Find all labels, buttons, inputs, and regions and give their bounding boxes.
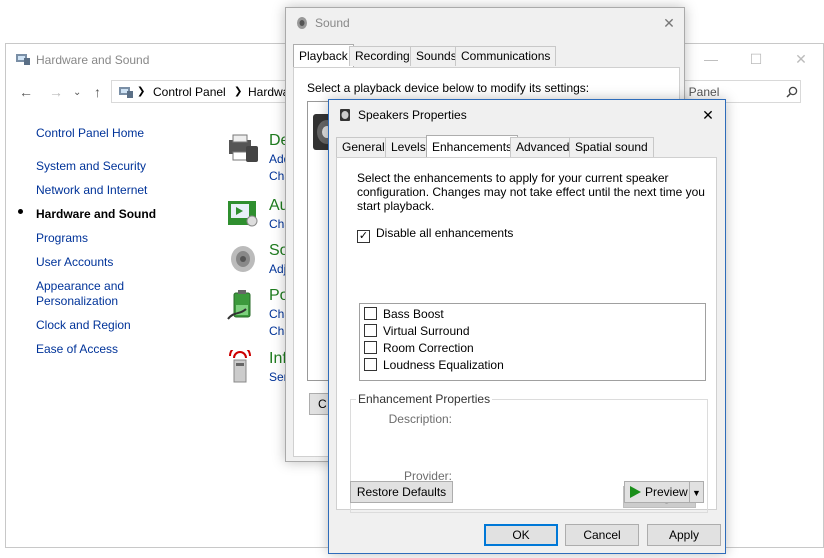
checkbox-icon bbox=[364, 324, 377, 337]
breadcrumb-separator-icon: ❯ bbox=[137, 86, 146, 97]
playback-instruction: Select a playback device below to modify… bbox=[307, 81, 590, 95]
sidebar-item-hardware-sound: Hardware and Sound bbox=[36, 207, 157, 221]
sound-dialog-icon bbox=[297, 17, 307, 29]
sidebar-item-programs[interactable]: Programs bbox=[36, 231, 196, 246]
speakers-dialog-title: Speakers Properties bbox=[358, 108, 467, 122]
sound-dialog-title: Sound bbox=[315, 16, 350, 30]
sidebar-item-system-security[interactable]: System and Security bbox=[36, 159, 196, 174]
cp-minimize-button[interactable]: — bbox=[688, 44, 734, 74]
recent-chevron-icon[interactable]: ⌄ bbox=[73, 87, 81, 98]
cp-close-button[interactable]: ✕ bbox=[778, 44, 824, 74]
checkmark-icon: ✓ bbox=[357, 230, 370, 243]
tab-playback[interactable]: Playback bbox=[293, 44, 354, 68]
disable-all-checkbox[interactable]: ✓ Disable all enhancements bbox=[357, 226, 513, 243]
breadcrumb-hardware[interactable]: Hardwa bbox=[248, 85, 289, 99]
restore-defaults-button[interactable]: Restore Defaults bbox=[350, 481, 453, 503]
address-control-panel-icon bbox=[119, 87, 133, 98]
sidebar-item-user-accounts[interactable]: User Accounts bbox=[36, 255, 196, 270]
speakers-titlebar[interactable]: Speakers Properties ✕ bbox=[329, 100, 725, 130]
forward-arrow-icon[interactable]: → bbox=[49, 84, 63, 100]
ok-button[interactable]: OK bbox=[484, 524, 558, 546]
breadcrumb-control-panel[interactable]: Control Panel bbox=[153, 85, 226, 99]
speakers-dialog-icon bbox=[340, 109, 350, 121]
devices-printers-icon bbox=[229, 134, 258, 162]
enhancement-loudness-equalization[interactable]: Loudness Equalization bbox=[364, 358, 504, 372]
sound-titlebar[interactable]: Sound ✕ bbox=[286, 8, 684, 38]
autoplay-icon bbox=[228, 201, 258, 227]
sidebar-item-clock-region[interactable]: Clock and Region bbox=[36, 318, 196, 333]
enhancement-virtual-surround[interactable]: Virtual Surround bbox=[364, 324, 470, 338]
cp-maximize-button[interactable]: ☐ bbox=[733, 44, 779, 74]
cp-sidebar: Control Panel Home System and Security N… bbox=[36, 126, 196, 366]
cancel-button[interactable]: Cancel bbox=[565, 524, 639, 546]
apply-button[interactable]: Apply bbox=[647, 524, 721, 546]
play-icon bbox=[630, 486, 641, 498]
enhancement-properties-title: Enhancement Properties bbox=[356, 392, 493, 406]
preview-label: Preview bbox=[645, 485, 688, 499]
enhancements-description: Select the enhancements to apply for you… bbox=[357, 171, 705, 213]
description-label: Description: bbox=[388, 412, 452, 426]
control-panel-icon bbox=[16, 54, 30, 65]
infrared-icon bbox=[229, 350, 251, 383]
checkbox-icon bbox=[364, 358, 377, 371]
speakers-close-button[interactable]: ✕ bbox=[685, 100, 731, 130]
tab-levels[interactable]: Levels bbox=[385, 137, 432, 157]
tab-advanced[interactable]: Advanced bbox=[510, 137, 576, 157]
search-icon[interactable] bbox=[786, 86, 798, 98]
tab-communications[interactable]: Communications bbox=[455, 46, 557, 66]
tab-general[interactable]: General bbox=[336, 137, 391, 157]
breadcrumb-separator-icon: ❯ bbox=[234, 86, 243, 97]
active-bullet bbox=[18, 209, 23, 214]
category-sound-link-1[interactable]: Adj bbox=[269, 262, 286, 276]
chevron-down-icon: ▼ bbox=[692, 488, 701, 498]
preview-dropdown-button[interactable]: ▼ bbox=[689, 481, 704, 503]
preview-button[interactable]: Preview bbox=[624, 481, 690, 503]
up-arrow-icon[interactable]: ↑ bbox=[94, 84, 101, 100]
enhancements-list: Bass Boost Virtual Surround Room Correct… bbox=[359, 303, 706, 381]
sidebar-item-appearance[interactable]: Appearance and Personalization bbox=[36, 279, 136, 309]
tab-recording[interactable]: Recording bbox=[349, 46, 416, 66]
checkbox-icon bbox=[364, 307, 377, 320]
power-options-icon bbox=[227, 290, 251, 320]
sidebar-item-network-internet[interactable]: Network and Internet bbox=[36, 183, 196, 198]
enhancement-label: Virtual Surround bbox=[383, 324, 470, 338]
back-arrow-icon[interactable]: ← bbox=[19, 84, 33, 100]
enhancement-bass-boost[interactable]: Bass Boost bbox=[364, 307, 444, 321]
enhancement-label: Bass Boost bbox=[383, 307, 444, 321]
cp-window-title: Hardware and Sound bbox=[36, 53, 150, 67]
sound-close-button[interactable]: ✕ bbox=[646, 8, 692, 38]
speakers-properties-dialog: Speakers Properties ✕ General Levels Enh… bbox=[328, 99, 726, 554]
sidebar-item-control-panel-home[interactable]: Control Panel Home bbox=[36, 126, 196, 141]
enhancement-label: Room Correction bbox=[383, 341, 474, 355]
enhancement-label: Loudness Equalization bbox=[383, 358, 504, 372]
sidebar-item-ease-of-access[interactable]: Ease of Access bbox=[36, 342, 196, 357]
enhancements-panel: Select the enhancements to apply for you… bbox=[336, 157, 717, 513]
tab-enhancements[interactable]: Enhancements bbox=[426, 135, 519, 159]
tab-spatial-sound[interactable]: Spatial sound bbox=[569, 137, 654, 157]
disable-all-label: Disable all enhancements bbox=[376, 226, 514, 240]
sound-icon bbox=[231, 246, 255, 272]
checkbox-icon bbox=[364, 341, 377, 354]
enhancement-room-correction[interactable]: Room Correction bbox=[364, 341, 474, 355]
